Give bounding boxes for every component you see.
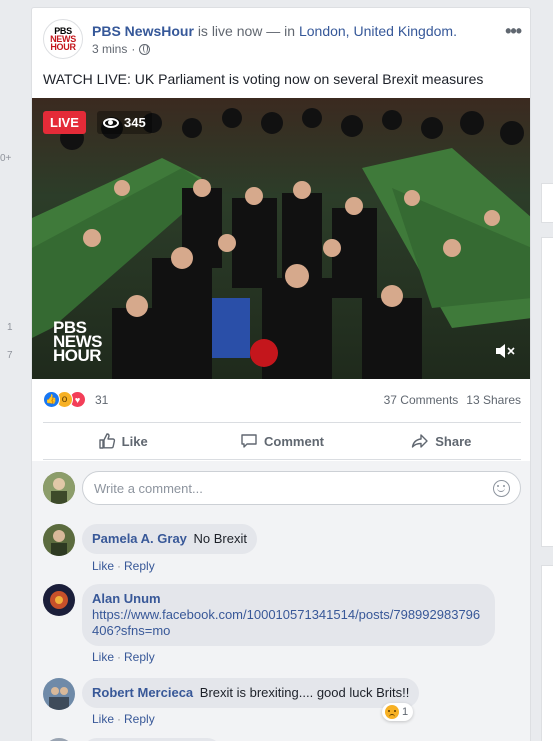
comment-actions: Like · Reply <box>92 650 155 664</box>
reaction-count[interactable]: 31 <box>95 393 108 407</box>
live-video[interactable]: LIVE 345 PBS NEWS HOUR <box>32 98 530 379</box>
commenter-name[interactable]: Robert Mercieca <box>92 685 193 700</box>
shares-count-link[interactable]: 13 Shares <box>466 393 521 407</box>
speech-bubble-icon <box>241 434 257 448</box>
eye-icon <box>103 117 119 128</box>
comment-bubble: Alan Unum https://www.facebook.com/10001… <box>82 584 495 646</box>
comment-actions: Like · Reply <box>92 559 155 573</box>
comment-link[interactable]: https://www.facebook.com/100010571341514… <box>92 607 485 639</box>
reaction-icons[interactable]: 👍 o ♥ <box>43 391 86 408</box>
avatar-line: HOUR <box>50 42 76 52</box>
like-button[interactable]: Like <box>43 423 202 459</box>
comment-input-placeholder: Write a comment... <box>94 481 203 496</box>
comment-bubble: Robert Mercieca Brexit is brexiting.... … <box>82 678 420 708</box>
comment-reply-link[interactable]: Reply <box>124 559 155 573</box>
commenter-avatar[interactable] <box>43 524 75 556</box>
commenter-name[interactable]: Alan Unum <box>92 591 482 607</box>
live-status-text: is live now — in <box>197 23 296 39</box>
post-stats: 👍 o ♥ 31 37 Comments 13 Shares <box>43 389 521 409</box>
pbs-newshour-watermark: PBS NEWS HOUR <box>53 319 103 365</box>
commenter-avatar[interactable] <box>43 584 75 616</box>
comment-bubble: Pamela A. Gray No Brexit <box>82 524 257 554</box>
comment-input[interactable]: Write a comment... <box>82 471 521 505</box>
page-name-link[interactable]: PBS NewsHour <box>92 23 194 39</box>
post-timestamp[interactable]: 3 mins <box>92 42 127 56</box>
location-link[interactable]: London, United Kingdom. <box>299 23 457 39</box>
current-user-avatar[interactable] <box>43 472 75 504</box>
comment-like-link[interactable]: Like <box>92 559 114 573</box>
like-button-label: Like <box>121 433 148 449</box>
post-header: PBS NEWS HOUR PBS NewsHour is live now —… <box>43 19 522 59</box>
comment-composer: Write a comment... <box>43 471 521 507</box>
comment-text: No Brexit <box>193 531 247 546</box>
emoji-icon[interactable] <box>493 480 510 497</box>
commenter-name[interactable]: Pamela A. Gray <box>92 531 187 546</box>
rail-count: 7 <box>7 350 13 361</box>
post-action-bar: Like Comment Share <box>43 422 521 460</box>
commenter-avatar[interactable] <box>43 678 75 710</box>
post-header-line: PBS NewsHour is live now — in London, Un… <box>92 23 457 39</box>
sad-icon <box>385 705 399 719</box>
comments-section: Write a comment... Pamela A. Gray No Bre… <box>32 461 530 741</box>
right-card <box>541 183 553 223</box>
globe-icon[interactable] <box>139 43 151 55</box>
comment-like-link[interactable]: Like <box>92 650 114 664</box>
like-icon: 👍 <box>43 391 60 408</box>
ellipsis-icon[interactable]: ••• <box>505 21 522 42</box>
comments-count-link[interactable]: 37 Comments <box>384 393 459 407</box>
page-avatar[interactable]: PBS NEWS HOUR <box>43 19 83 59</box>
post-meta: 3 mins · <box>92 42 151 56</box>
share-button[interactable]: Share <box>362 423 521 459</box>
comment-like-link[interactable]: Like <box>92 712 114 726</box>
left-rail: 0+ 1 7 <box>0 0 30 741</box>
watermark-line: HOUR <box>53 346 102 365</box>
comment-button[interactable]: Comment <box>202 423 361 459</box>
comment-reply-link[interactable]: Reply <box>124 650 155 664</box>
post-text: WATCH LIVE: UK Parliament is voting now … <box>43 71 484 87</box>
rail-count: 1 <box>7 322 13 333</box>
engagement-counts: 37 Comments 13 Shares <box>384 393 521 407</box>
comment-text: Brexit is brexiting.... good luck Brits!… <box>199 685 410 700</box>
right-rail <box>541 0 553 741</box>
comment-actions: Like · Reply <box>92 712 155 726</box>
comment-reply-link[interactable]: Reply <box>124 712 155 726</box>
speaker-muted-icon[interactable] <box>495 343 515 364</box>
right-card <box>541 565 553 741</box>
comment-reaction-value: 1 <box>402 706 409 718</box>
comment-reaction-count[interactable]: 1 <box>382 703 414 721</box>
rail-count: 0+ <box>0 153 12 164</box>
thumbs-up-icon <box>98 433 115 449</box>
comment-button-label: Comment <box>264 433 324 449</box>
viewer-count: 345 <box>97 111 152 134</box>
share-arrow-icon <box>412 434 428 448</box>
viewer-count-value: 345 <box>124 115 146 130</box>
live-badge: LIVE <box>43 111 86 134</box>
video-frame <box>32 98 530 379</box>
feed-post: PBS NEWS HOUR PBS NewsHour is live now —… <box>31 7 531 741</box>
share-button-label: Share <box>435 433 472 449</box>
right-card <box>541 237 553 547</box>
